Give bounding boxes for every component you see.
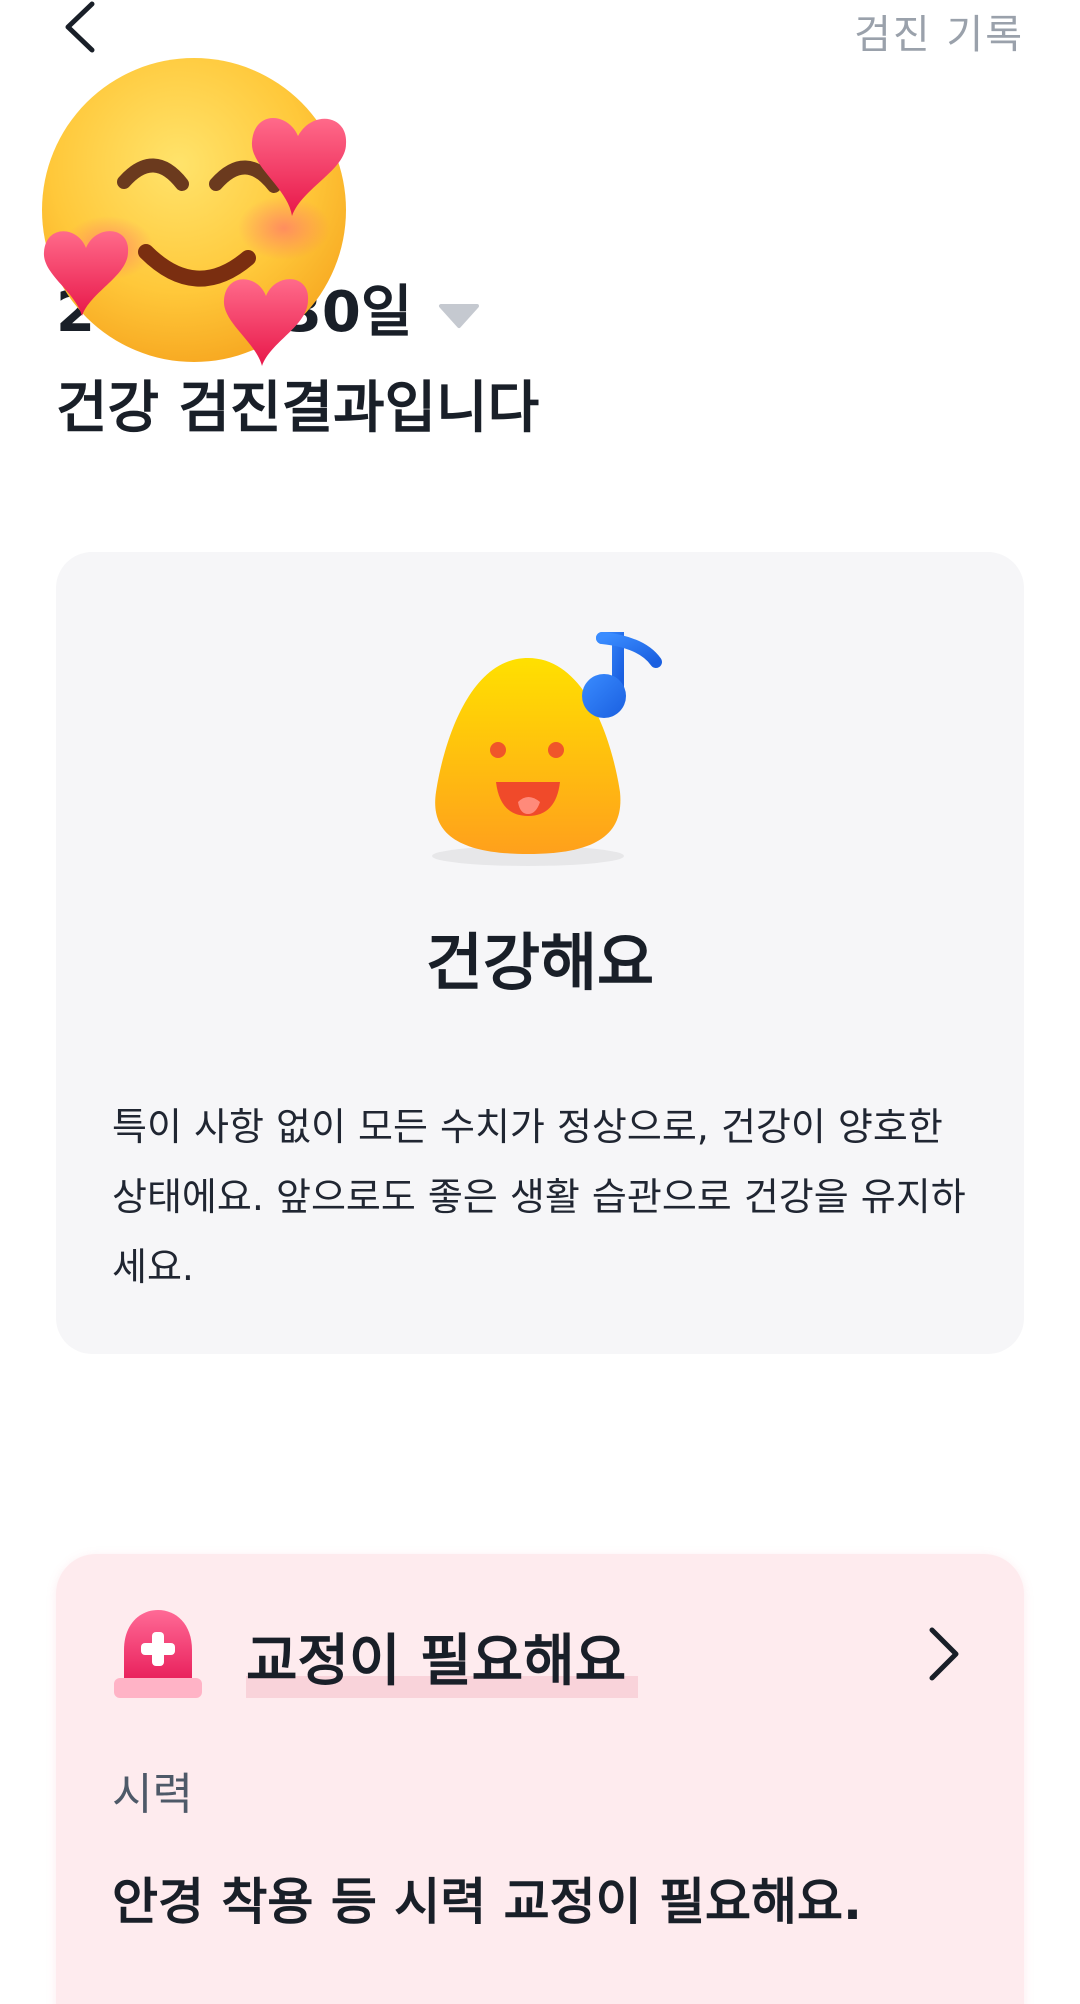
- back-button[interactable]: [50, 0, 114, 60]
- health-status-title: 건강해요: [425, 926, 655, 999]
- page-title-line2: 건강 검진결과입니다: [56, 376, 540, 441]
- category-label: 시력: [112, 1769, 193, 1820]
- checkup-history-link[interactable]: 검진 기록: [854, 2, 1024, 60]
- correction-card-title: 교정이 필요해요: [246, 1629, 627, 1694]
- health-result-screen: 검진 기록 2 월 30일 건강 검진결과입니다: [0, 0, 1080, 2004]
- caret-down-icon: [439, 304, 480, 328]
- chevron-right-icon: [929, 1627, 959, 1681]
- chevron-left-icon: [65, 1, 95, 53]
- correction-description: 안경 착용 등 시력 교정이 필요해요.: [112, 1873, 863, 1931]
- happy-blob-with-music-note-icon: [432, 632, 662, 866]
- smiling-face-with-hearts-icon: [42, 58, 347, 366]
- siren-icon: [114, 1610, 202, 1698]
- correction-needed-card[interactable]: 교정이 필요해요 시력 안경 착용 등 시력 교정이 필요해요.: [56, 1554, 1024, 2004]
- health-summary-card: 건강해요 특이 사항 없이 모든 수치가 정상으로, 건강이 양호한 상태에요.…: [56, 552, 1024, 1354]
- health-status-description: 특이 사항 없이 모든 수치가 정상으로, 건강이 양호한 상태에요. 앞으로도…: [112, 1105, 966, 1289]
